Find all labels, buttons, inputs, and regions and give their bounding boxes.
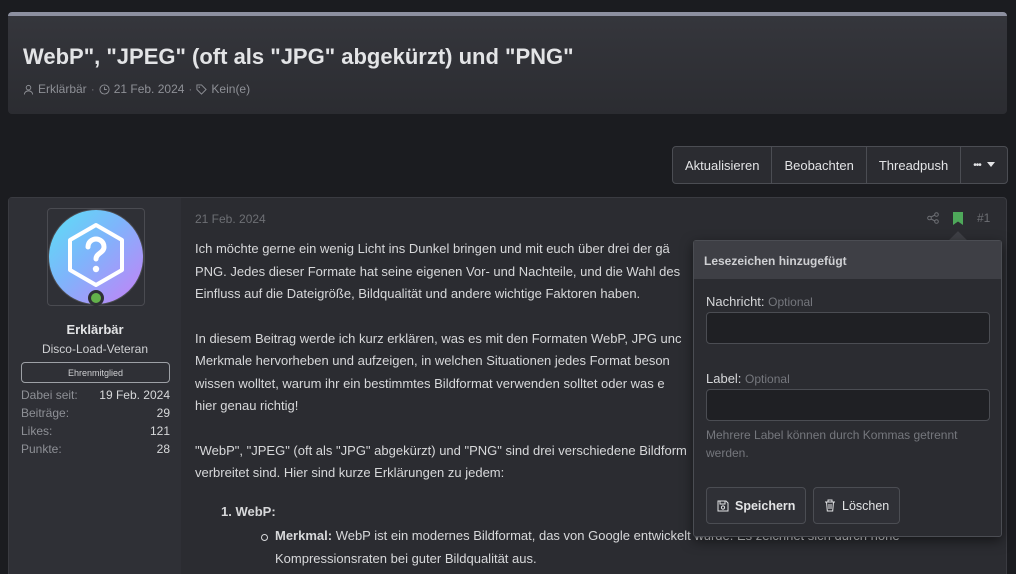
user-stat-value: 121 xyxy=(149,424,170,438)
meta-separator: · xyxy=(188,82,193,96)
user-stat-label: Punkte: xyxy=(21,442,62,456)
text-line: verbreitet sind. Hier sind kurze Erkläru… xyxy=(195,465,505,480)
thread-tags: Kein(e) xyxy=(211,82,251,96)
text-line: Einfluss auf die Dateigröße, Bildqualitä… xyxy=(195,286,641,301)
label-hint: Mehrere Label können durch Kommas getren… xyxy=(706,428,958,460)
text-line: Ich möchte gerne ein wenig Licht ins Dun… xyxy=(195,241,670,256)
thread-header: WebP", "JPEG" (oft als "JPG" abgekürzt) … xyxy=(8,12,1007,114)
post-number[interactable]: #1 xyxy=(977,211,990,225)
user-title: Disco-Load-Veteran xyxy=(41,342,149,356)
user-stat-row: Punkte: 28 xyxy=(21,442,170,456)
text-line: wissen wolltet, warum ihr ein bestimmtes… xyxy=(195,375,665,391)
post-tools: #1 xyxy=(927,211,990,225)
username[interactable]: Erklärbär xyxy=(9,322,181,337)
delete-button[interactable]: Löschen xyxy=(813,487,901,524)
chevron-down-icon xyxy=(986,162,995,167)
message-label-text: Nachricht: xyxy=(706,294,765,309)
user-stat-row: Beiträge: 29 xyxy=(21,406,170,420)
user-stat-row: Likes: 121 xyxy=(21,424,170,438)
thread-date[interactable]: 21 Feb. 2024 xyxy=(114,82,185,96)
user-banner: Ehrenmitglied xyxy=(21,362,170,383)
share-icon[interactable] xyxy=(927,212,939,224)
trash-icon xyxy=(825,499,835,512)
user-stat-value: 28 xyxy=(156,442,170,456)
thread-author[interactable]: Erklärbär xyxy=(38,82,87,96)
text-line: Merkmale hervorheben und aufzeigen, in w… xyxy=(195,353,670,368)
sub-label: Merkmal: xyxy=(275,528,333,543)
text-line: In diesem Beitrag werde ich kurz erkläre… xyxy=(195,330,682,346)
label-input[interactable] xyxy=(706,389,990,421)
bookmark-icon[interactable] xyxy=(953,211,963,225)
message-input[interactable] xyxy=(706,312,990,344)
text-line: hier genau richtig! xyxy=(195,398,299,413)
online-indicator xyxy=(88,290,104,306)
thread-actions: Aktualisieren Beobachten Threadpush ••• xyxy=(672,146,1008,184)
user-stat-label: Dabei seit: xyxy=(21,388,78,402)
meta-separator: · xyxy=(90,82,95,96)
thread-meta: Erklärbär · 21 Feb. 2024 · Kein(e) xyxy=(23,82,250,96)
label-label: Label: Optional xyxy=(706,371,790,386)
optional-hint: Optional xyxy=(745,372,790,386)
more-menu-button[interactable]: ••• xyxy=(961,147,1007,183)
user-stat-value: 29 xyxy=(156,406,170,420)
user-cell: Erklärbär Disco-Load-Veteran Ehrenmitgli… xyxy=(9,198,181,574)
user-stat-label: Beiträge: xyxy=(21,406,70,420)
bookmark-popup: Lesezeichen hinzugefügt Nachricht: Optio… xyxy=(693,240,1002,537)
more-icon: ••• xyxy=(973,159,981,171)
user-stat-label: Likes: xyxy=(21,424,53,438)
text-line: "WebP", "JPEG" (oft als "JPG" abgekürzt)… xyxy=(195,442,687,458)
message-label: Nachricht: Optional xyxy=(706,294,813,309)
save-label: Speichern xyxy=(735,498,796,513)
clock-icon xyxy=(99,83,110,95)
save-icon xyxy=(717,500,729,511)
threadpush-button[interactable]: Threadpush xyxy=(867,147,962,183)
thread-title: WebP", "JPEG" (oft als "JPG" abgekürzt) … xyxy=(23,44,574,69)
delete-label: Löschen xyxy=(842,498,890,513)
post-date[interactable]: 21 Feb. 2024 xyxy=(195,212,266,226)
popup-title: Lesezeichen hinzugefügt xyxy=(694,241,1001,279)
text-line: PNG. Jedes dieser Formate hat seine eige… xyxy=(195,263,681,279)
text-line: Kompressionsraten bei guter Bildqualität… xyxy=(275,550,537,566)
watch-button[interactable]: Beobachten xyxy=(772,147,867,183)
label-label-text: Label: xyxy=(706,371,742,386)
optional-hint: Optional xyxy=(768,295,813,309)
tags-icon xyxy=(196,83,208,95)
user-stat-row: Dabei seit: 19 Feb. 2024 xyxy=(21,388,170,402)
user-icon xyxy=(23,84,34,95)
user-stat-value: 19 Feb. 2024 xyxy=(99,388,170,402)
refresh-button[interactable]: Aktualisieren xyxy=(673,147,773,183)
save-button[interactable]: Speichern xyxy=(706,487,807,524)
